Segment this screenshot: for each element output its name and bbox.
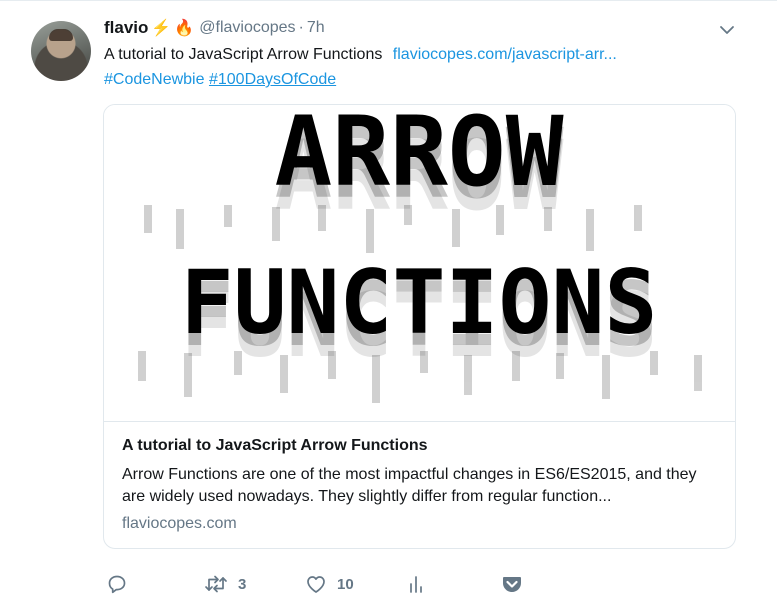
- card-description: Arrow Functions are one of the most impa…: [122, 466, 697, 505]
- user-handle[interactable]: @flaviocopes: [199, 19, 295, 37]
- timestamp[interactable]: 7h: [307, 19, 325, 37]
- fire-emoji: 🔥: [174, 20, 195, 37]
- lightning-emoji: ⚡: [151, 20, 172, 37]
- chevron-down-icon[interactable]: [719, 23, 735, 35]
- card-domain: flaviocopes.com: [122, 515, 237, 532]
- tweet-header: flavio ⚡ 🔥 @flaviocopes · 7h: [104, 16, 325, 40]
- like-count: 10: [337, 575, 354, 593]
- like-button[interactable]: 10: [305, 570, 354, 598]
- card-image[interactable]: ARROW ARROW ARROW FUNCTIONS FUNCTIONS FU…: [104, 105, 735, 422]
- card-image-line-2: FUNCTIONS: [181, 251, 658, 354]
- separator-dot: ·: [298, 19, 304, 36]
- analytics-icon: [408, 574, 424, 594]
- card-image-line-1: ARROW: [275, 105, 564, 208]
- pocket-icon: [501, 574, 523, 594]
- heart-icon: [305, 574, 327, 594]
- tweet[interactable]: flavio ⚡ 🔥 @flaviocopes · 7h A tutorial …: [0, 0, 777, 611]
- analytics-button[interactable]: [408, 570, 424, 598]
- link-card[interactable]: ARROW ARROW ARROW FUNCTIONS FUNCTIONS FU…: [103, 104, 736, 549]
- hashtag-codenewbie[interactable]: #CodeNewbie: [104, 71, 205, 88]
- display-name[interactable]: flavio: [104, 18, 148, 38]
- tweet-text-plain: A tutorial to JavaScript Arrow Functions: [104, 46, 383, 63]
- tweet-text: A tutorial to JavaScript Arrow Functions…: [104, 42, 744, 92]
- reply-button[interactable]: [107, 570, 127, 598]
- card-title[interactable]: A tutorial to JavaScript Arrow Functions: [122, 435, 722, 457]
- card-body: A tutorial to JavaScript Arrow Functions…: [122, 435, 722, 535]
- user-avatar[interactable]: [31, 21, 91, 81]
- reply-icon: [107, 574, 127, 594]
- tweet-link[interactable]: flaviocopes.com/javascript-arr...: [393, 46, 617, 63]
- retweet-count: 3: [238, 575, 247, 593]
- pocket-button[interactable]: [501, 570, 523, 598]
- retweet-button[interactable]: 3: [204, 570, 246, 598]
- retweet-icon: [204, 574, 228, 594]
- hashtag-100daysofcode[interactable]: #100DaysOfCode: [209, 71, 336, 88]
